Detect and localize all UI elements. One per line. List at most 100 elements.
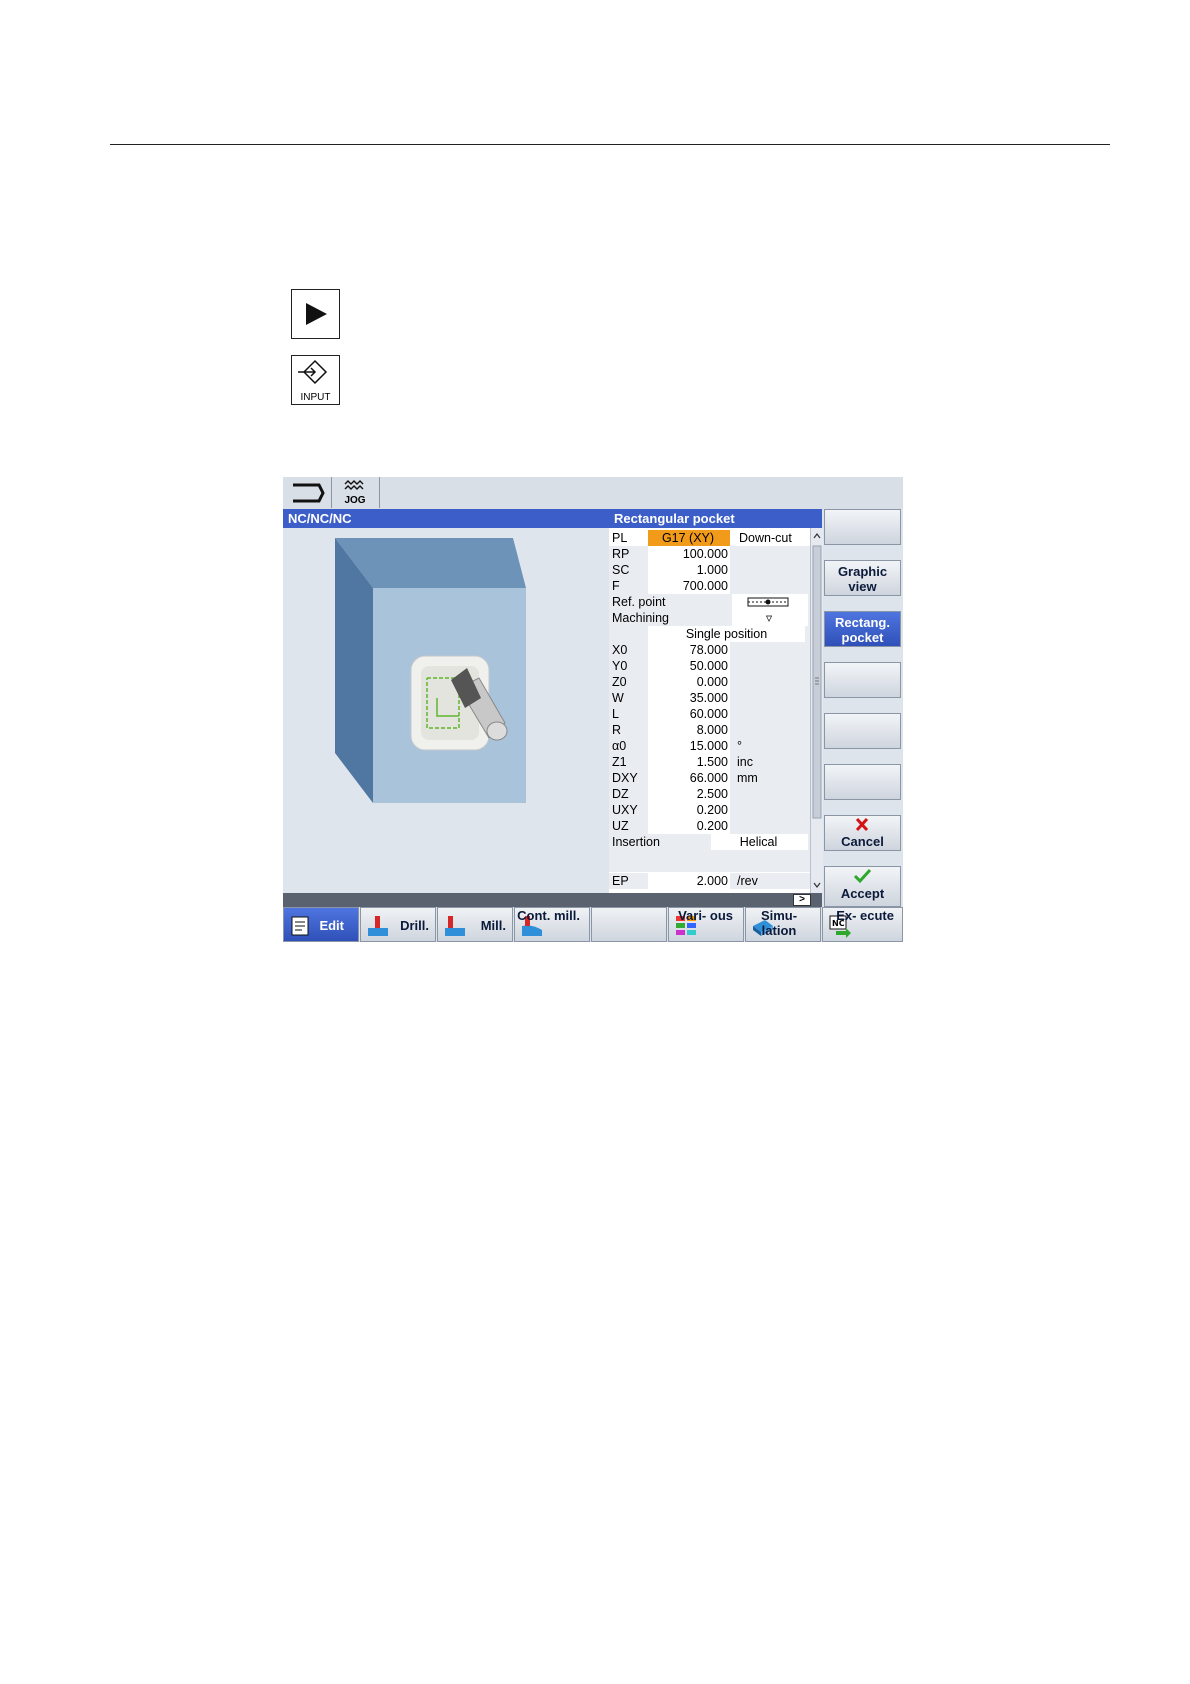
param-value[interactable]: 66.000 — [648, 770, 730, 786]
softkey-edit[interactable]: Edit — [283, 907, 359, 942]
operating-area-button[interactable] — [283, 477, 332, 508]
param-label: Ref. point — [612, 595, 666, 609]
param-value[interactable]: 2.000 — [648, 873, 730, 889]
param-label: W — [612, 691, 624, 705]
param-value[interactable]: 100.000 — [648, 546, 730, 562]
param-label: R — [612, 723, 622, 737]
param-row[interactable]: Machining ▿ — [609, 610, 810, 626]
param-unit: /rev — [737, 874, 758, 888]
param-label: RP — [612, 547, 630, 561]
param-label: Machining — [612, 611, 669, 625]
insertion-selector[interactable]: Helical — [711, 834, 808, 850]
param-label: F — [612, 579, 620, 593]
param-unit: Down-cut — [739, 531, 792, 545]
param-value[interactable]: 700.000 — [648, 578, 730, 594]
param-row[interactable]: EP 2.000 /rev — [609, 873, 810, 889]
param-value[interactable]: 1.000 — [648, 562, 730, 578]
cancel-label: Cancel — [841, 834, 884, 849]
param-row[interactable]: Z1 1.500 inc — [609, 754, 810, 770]
param-value[interactable]: 60.000 — [648, 706, 730, 722]
param-row-spacer — [609, 850, 810, 872]
param-value[interactable]: G17 (XY) — [648, 530, 730, 546]
program-path-header: NC/NC/NC — [283, 509, 609, 528]
param-value[interactable]: 78.000 — [648, 642, 730, 658]
drill-icon — [368, 916, 388, 936]
softkey-graphic-view[interactable]: Graphic view — [824, 560, 901, 596]
param-label: X0 — [612, 643, 628, 657]
param-row[interactable]: X0 78.000 — [609, 642, 810, 658]
checkmark-icon — [853, 868, 872, 884]
softkey-right-4[interactable] — [824, 662, 901, 698]
param-row[interactable]: α0 15.000 ° — [609, 738, 810, 754]
graphic-view — [283, 528, 609, 893]
cycle-start-key[interactable] — [291, 289, 340, 339]
softkey-cancel[interactable]: Cancel — [824, 815, 901, 851]
param-label: Insertion — [612, 835, 660, 849]
edit-label: Edit — [319, 918, 344, 933]
softkey-bottom-5[interactable] — [591, 907, 667, 942]
softkey-cont-mill[interactable]: Cont. mill. — [514, 907, 590, 942]
param-row[interactable]: L 60.000 — [609, 706, 810, 722]
jog-wave-icon — [344, 480, 364, 490]
param-row[interactable]: UXY 0.200 — [609, 802, 810, 818]
parameter-scrollbar[interactable] — [810, 528, 823, 893]
simulation-label: Simu- lation — [760, 908, 798, 938]
mill-label: Mill. — [480, 918, 506, 933]
param-value[interactable]: 1.500 — [648, 754, 730, 770]
param-row[interactable]: Insertion Helical — [609, 834, 810, 850]
param-row[interactable]: R 8.000 — [609, 722, 810, 738]
cont-mill-label: Cont. mill. — [517, 908, 580, 923]
execute-label: Ex- ecute — [836, 908, 894, 923]
param-value[interactable]: 2.500 — [648, 786, 730, 802]
softkey-right-6[interactable] — [824, 764, 901, 800]
param-row[interactable]: DXY 66.000 mm — [609, 770, 810, 786]
softkey-right-5[interactable] — [824, 713, 901, 749]
param-label: α0 — [612, 739, 627, 753]
param-unit: inc — [737, 755, 753, 769]
param-unit: mm — [737, 771, 758, 785]
accept-label: Accept — [840, 886, 885, 901]
param-row[interactable]: RP 100.000 — [609, 546, 810, 562]
softkey-mill[interactable]: Mill. — [437, 907, 513, 942]
ref-point-icon — [747, 597, 789, 607]
param-value[interactable]: 8.000 — [648, 722, 730, 738]
param-value[interactable]: 0.000 — [648, 674, 730, 690]
param-unit: ° — [737, 739, 742, 753]
softkey-rectang-pocket[interactable]: Rectang. pocket — [824, 611, 901, 647]
param-row[interactable]: W 35.000 — [609, 690, 810, 706]
position-mode-selector[interactable]: Single position — [648, 626, 805, 642]
softkey-accept[interactable]: Accept — [824, 866, 901, 907]
param-row[interactable]: SC 1.000 — [609, 562, 810, 578]
pocket-3d-illustration — [335, 538, 526, 803]
param-label: UZ — [612, 819, 629, 833]
status-strip: > — [283, 893, 822, 907]
machining-selector[interactable]: ▿ — [732, 610, 808, 626]
input-key[interactable]: INPUT — [291, 355, 340, 405]
param-row[interactable]: Y0 50.000 — [609, 658, 810, 674]
softkey-simulation[interactable]: Simu- lation — [745, 907, 821, 942]
operating-area-icon — [293, 483, 325, 503]
close-icon — [855, 817, 869, 832]
page-header-rule — [110, 144, 1110, 145]
param-row[interactable]: F 700.000 — [609, 578, 810, 594]
param-row[interactable]: Z0 0.000 — [609, 674, 810, 690]
cycle-header: Rectangular pocket — [609, 509, 822, 528]
param-row[interactable]: PL G17 (XY) Down-cut — [609, 530, 810, 546]
param-value[interactable]: 0.200 — [648, 818, 730, 834]
param-row[interactable]: Ref. point — [609, 594, 810, 614]
softkey-drill[interactable]: Drill. — [360, 907, 436, 942]
jog-label: JOG — [344, 495, 366, 506]
param-row[interactable]: DZ 2.500 — [609, 786, 810, 802]
param-value[interactable]: 0.200 — [648, 802, 730, 818]
param-value[interactable]: 35.000 — [648, 690, 730, 706]
softkey-execute[interactable]: NC Ex- ecute — [822, 907, 903, 942]
softkey-right-1[interactable] — [824, 509, 901, 545]
param-value[interactable]: 15.000 — [648, 738, 730, 754]
param-label: DZ — [612, 787, 629, 801]
scroll-right-button[interactable]: > — [793, 894, 811, 906]
param-label: UXY — [612, 803, 638, 817]
param-value[interactable]: 50.000 — [648, 658, 730, 674]
param-row[interactable]: UZ 0.200 — [609, 818, 810, 834]
param-row[interactable]: Single position — [609, 626, 810, 642]
softkey-various[interactable]: Vari- ous — [668, 907, 744, 942]
